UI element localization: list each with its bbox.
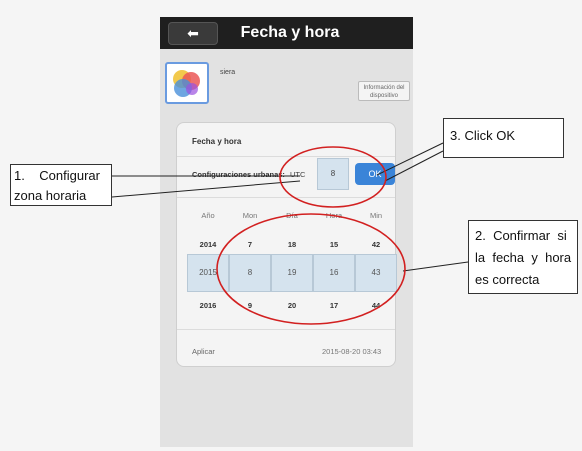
step1-leader-line [111, 180, 301, 198]
timezone-highlight-ellipse [279, 146, 387, 208]
step2-leader-line [402, 261, 469, 272]
step1-text: zona horaria [14, 188, 87, 203]
step2-text: 2. Confirmar si [475, 228, 567, 243]
step3-leader-line [376, 142, 444, 176]
step3-callout: 3. Click OK [443, 118, 564, 158]
step1-callout: 1. Configurar zona horaria [10, 164, 112, 206]
step3-leader-line [384, 150, 444, 182]
step1-text: 1. Configurar [14, 168, 100, 183]
step3-text: 3. Click OK [450, 128, 516, 143]
step2-text: la fecha y hora [475, 250, 572, 265]
step2-text: es correcta [475, 272, 540, 287]
step2-callout: 2. Confirmar si la fecha y hora es corre… [468, 220, 578, 294]
datetime-highlight-ellipse [216, 213, 406, 325]
